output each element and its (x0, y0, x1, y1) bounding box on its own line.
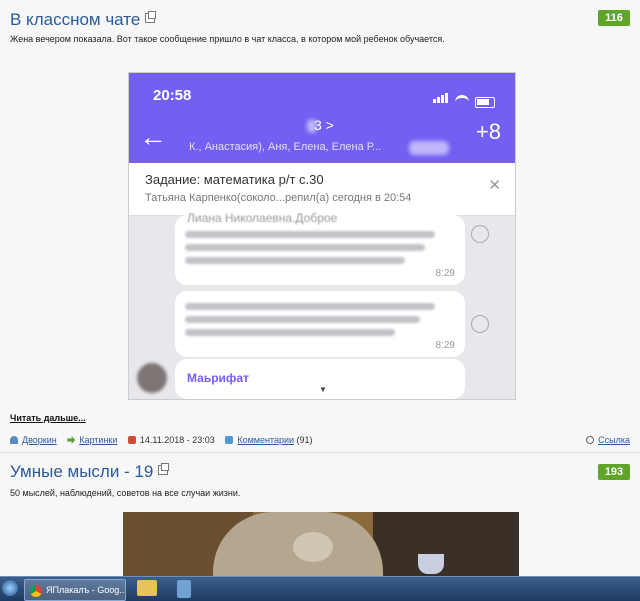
battery-icon (475, 97, 495, 108)
author-link[interactable]: Дворкин (22, 435, 57, 445)
post-image[interactable] (123, 512, 519, 578)
post-description: 50 мыслей, наблюдений, советов на все сл… (10, 488, 241, 498)
taskbar-app-chrome[interactable]: ЯПлакалъ - Goog... (24, 579, 126, 601)
wifi-icon (455, 95, 469, 108)
folder-icon[interactable] (137, 580, 157, 596)
status-icons (433, 90, 495, 108)
scroll-down-icon: ▼ (319, 385, 327, 394)
comments-icon (225, 436, 234, 444)
avatar (137, 363, 167, 393)
message-time: 8:29 (435, 340, 455, 351)
message-partial-text: Лиана Николаевна.Доброе (187, 211, 338, 225)
rating-badge: 116 (598, 10, 630, 26)
os-taskbar: ЯПлакалъ - Goog... (0, 576, 640, 601)
rating-badge: 193 (598, 464, 630, 480)
embedded-screenshot[interactable]: 20:58 ← 3 > +8 К., Анастасия), Аня, Елен… (128, 72, 516, 400)
chat-title: 3 > (314, 117, 334, 133)
close-icon: ✕ (488, 177, 501, 194)
message-time: 8:29 (435, 268, 455, 279)
user-icon (10, 436, 18, 444)
comments-count: (91) (296, 435, 313, 445)
category-link[interactable]: Картинки (79, 435, 117, 445)
calculator-icon[interactable] (177, 580, 191, 598)
read-more-link[interactable]: Читать дальше... (10, 413, 86, 423)
post-title[interactable]: В классном чате (10, 10, 157, 30)
post-title[interactable]: Умные мысли - 19 (10, 462, 170, 482)
start-button[interactable] (2, 580, 18, 596)
like-heart-icon (471, 315, 489, 333)
comments-link[interactable]: Комментарии (237, 435, 294, 445)
signal-icon (433, 90, 449, 108)
add-participant-icon: +8 (475, 119, 501, 144)
status-time: 20:58 (153, 87, 192, 104)
calendar-icon (127, 436, 136, 444)
like-heart-icon (471, 225, 489, 243)
category-arrow-icon (67, 436, 76, 444)
pinned-message: Задание: математика р/т с.30 Татьяна Кар… (129, 163, 515, 216)
back-arrow-icon: ← (139, 121, 167, 152)
link-icon (586, 436, 595, 444)
chat-header: 20:58 ← 3 > +8 К., Анастасия), Аня, Елен… (129, 73, 515, 163)
open-new-window-icon[interactable] (158, 463, 170, 475)
permalink-link[interactable]: Ссылка (598, 435, 630, 445)
message-bubble: Лиана Николаевна.Доброе 8:29 (175, 211, 465, 285)
post-description: Жена вечером показала. Вот такое сообщен… (10, 34, 445, 44)
sender-name: Маьрифат (187, 371, 249, 385)
post-date: 14.11.2018 - 23:03 (139, 435, 215, 445)
pinned-title: Задание: математика р/т с.30 (145, 172, 324, 187)
chrome-icon (30, 584, 42, 597)
pinned-subtitle: Татьяна Карпенко(соколо...репил(а) сегод… (145, 192, 412, 204)
open-new-window-icon[interactable] (145, 11, 157, 23)
divider (0, 452, 640, 453)
message-bubble: 8:29 (175, 291, 465, 357)
post-meta: Дворкин Картинки 14.11.2018 - 23:03 Комм… (10, 435, 630, 446)
